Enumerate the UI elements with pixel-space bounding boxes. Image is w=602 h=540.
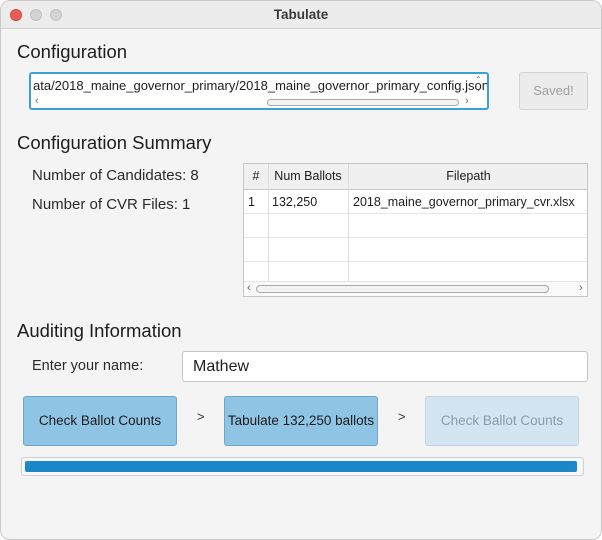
step-separator: > (197, 409, 205, 424)
tabulation-progress-bar (21, 457, 584, 476)
name-label: Enter your name: (32, 358, 144, 374)
table-row[interactable]: 1 132,250 2018_maine_governor_primary_cv… (244, 190, 587, 214)
table-scroll-thumb[interactable] (256, 285, 549, 293)
scroll-right-icon[interactable]: › (465, 95, 469, 107)
title-bar: Tabulate (1, 1, 601, 29)
table-row-empty (244, 214, 587, 238)
saved-button[interactable]: Saved! (519, 72, 588, 110)
scroll-left-icon[interactable]: ‹ (35, 95, 39, 107)
table-header: # Num Ballots Filepath (244, 164, 587, 190)
tabulate-ballots-button[interactable]: Tabulate 132,250 ballots (224, 396, 378, 446)
progress-fill (25, 461, 577, 472)
path-vertical-scroll[interactable]: ⌃ ⌄ (473, 74, 487, 96)
cell-filepath: 2018_maine_governor_primary_cvr.xlsx (353, 195, 575, 209)
scroll-right-icon[interactable]: › (579, 282, 583, 294)
table-horizontal-scrollbar[interactable]: ‹ › (244, 281, 587, 296)
scroll-up-icon[interactable]: ⌃ (475, 76, 482, 84)
path-scroll-thumb[interactable] (267, 99, 459, 106)
configuration-heading: Configuration (17, 41, 128, 62)
name-input[interactable] (182, 351, 588, 382)
path-horizontal-scrollbar[interactable]: ‹ › (31, 95, 473, 108)
check-ballot-counts-button[interactable]: Check Ballot Counts (23, 396, 177, 446)
scroll-left-icon[interactable]: ‹ (247, 282, 251, 294)
config-path-text[interactable]: ata/2018_maine_governor_primary/2018_mai… (33, 78, 487, 93)
cell-index: 1 (248, 195, 255, 209)
window-title: Tabulate (273, 7, 329, 22)
auditing-information-heading: Auditing Information (17, 320, 182, 341)
cell-num-ballots: 132,250 (272, 195, 318, 209)
cvr-files-count: Number of CVR Files: 1 (32, 196, 191, 213)
check-ballot-counts-button-disabled: Check Ballot Counts (425, 396, 579, 446)
config-path-field[interactable]: ata/2018_maine_governor_primary/2018_mai… (29, 72, 489, 110)
scroll-down-icon[interactable]: ⌄ (475, 85, 482, 93)
tabulate-window: Tabulate Configuration ata/2018_maine_go… (0, 0, 602, 540)
column-header-filepath[interactable]: Filepath (348, 164, 587, 190)
column-header-num-ballots[interactable]: Num Ballots (268, 164, 348, 190)
table-row-empty (244, 238, 587, 262)
step-separator: > (398, 409, 406, 424)
column-header-index[interactable]: # (244, 164, 268, 190)
cvr-files-table: # Num Ballots Filepath 1 132,250 2018_ma… (243, 163, 588, 297)
candidates-count: Number of Candidates: 8 (32, 167, 199, 184)
configuration-summary-heading: Configuration Summary (17, 132, 212, 153)
